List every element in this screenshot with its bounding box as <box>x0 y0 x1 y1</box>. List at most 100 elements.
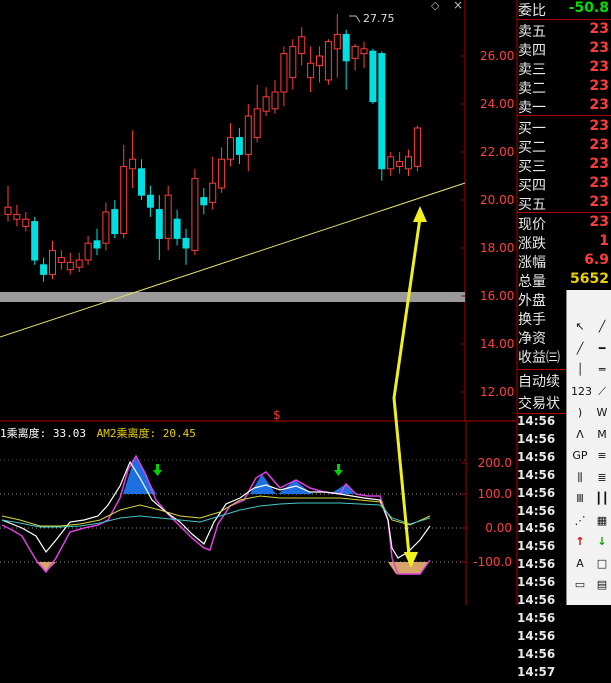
horizontal-line-icon[interactable]: ━ <box>593 340 611 358</box>
tick-time: 14:56 <box>517 503 556 518</box>
auto-label[interactable]: 自动续 <box>518 371 560 391</box>
bid-value: 23 <box>589 194 609 210</box>
channel-icon[interactable]: ≣ <box>593 469 611 487</box>
tick-time: 14:56 <box>517 449 556 464</box>
candle-body <box>316 55 323 67</box>
candle-body <box>413 127 421 167</box>
candle-body <box>120 165 128 235</box>
cursor-icon[interactable]: ↖ <box>571 318 589 336</box>
committee-label: 委比 <box>518 3 546 19</box>
wave-icon[interactable]: W <box>593 404 611 422</box>
max-price-label: 27.75 <box>363 12 395 25</box>
stat-value: 23 <box>589 214 609 230</box>
line-icon[interactable]: ╱ <box>593 318 611 336</box>
m-pattern-icon[interactable]: M <box>593 426 611 444</box>
candle-body <box>360 48 368 55</box>
trade-label[interactable]: 交易状 <box>518 393 560 413</box>
candle <box>387 152 395 176</box>
tick-time: 14:56 <box>517 610 556 625</box>
bar-icon[interactable]: ┃┃ <box>593 490 611 508</box>
candle <box>351 44 359 71</box>
ask-value: 23 <box>589 21 609 37</box>
ask-row: 卖一 23 <box>517 97 611 116</box>
box-icon[interactable]: □ <box>593 555 611 573</box>
price-tick-label: 24.00 <box>480 97 514 111</box>
ruler-icon[interactable]: ▭ <box>571 576 589 594</box>
candle-body <box>49 249 56 275</box>
tick-time: 14:56 <box>517 431 556 446</box>
vertical-line-icon[interactable]: │ <box>571 361 589 379</box>
arc-icon[interactable]: ) <box>571 404 589 422</box>
bid-row: 买四 23 <box>517 175 611 194</box>
candle <box>155 195 163 260</box>
text-icon[interactable]: A <box>571 555 589 573</box>
candle-body <box>57 257 65 263</box>
candle <box>102 202 110 251</box>
candle-body <box>182 237 190 249</box>
candle <box>146 185 154 217</box>
ask-label: 卖一 <box>518 100 546 116</box>
candle-body <box>4 206 12 215</box>
candle <box>405 149 412 176</box>
bid-value: 23 <box>589 156 609 172</box>
candle <box>253 84 261 143</box>
candle-body <box>173 218 181 239</box>
stat-row: 总量 5652 <box>517 271 611 290</box>
candle <box>244 104 252 172</box>
candle <box>22 212 30 232</box>
fibonacci-icon[interactable]: ≡ <box>593 447 611 465</box>
ask-row: 卖四 23 <box>517 40 611 59</box>
stat-label: 总量 <box>518 274 546 290</box>
marker-dollar: $ <box>273 408 281 422</box>
up-arrow-icon[interactable]: ↑ <box>571 533 589 551</box>
candle <box>75 252 83 272</box>
parallel-lines-icon[interactable]: ═ <box>593 361 611 379</box>
stat-label: 涨幅 <box>518 255 546 271</box>
stat-label: 涨跌 <box>518 236 546 252</box>
candle <box>209 156 217 210</box>
candle-body <box>191 177 199 251</box>
scroll-icon[interactable]: ▤ <box>593 576 611 594</box>
ask-label: 卖四 <box>518 43 546 59</box>
time-zone-icon[interactable]: ⫼ <box>571 469 589 487</box>
candle <box>200 188 208 215</box>
fan-icon[interactable]: ⋰ <box>571 512 589 530</box>
stat-row: 涨幅 6.9 <box>517 252 611 271</box>
candle-body <box>146 194 154 208</box>
pattern-icon[interactable]: ᐱ <box>571 426 589 444</box>
grid-icon[interactable]: ▦ <box>593 512 611 530</box>
candle <box>182 228 190 265</box>
tick-time: 14:56 <box>517 628 556 643</box>
candle <box>280 46 288 107</box>
candle <box>271 80 279 114</box>
bid-value: 23 <box>589 137 609 153</box>
candle <box>173 209 181 246</box>
indicator-panel <box>0 454 465 575</box>
segment-icon[interactable]: ⟋ <box>593 383 611 401</box>
candle <box>307 46 315 92</box>
gann-icon[interactable]: Ⅲ <box>571 490 589 508</box>
sell-signal-arrow <box>153 464 162 476</box>
text-123-icon[interactable]: 123 <box>571 383 592 401</box>
committee-ratio-row: 委比 -50.8 <box>517 0 611 19</box>
ray-icon[interactable]: ╱ <box>571 340 589 358</box>
ask-value: 23 <box>589 78 609 94</box>
sell-signal-arrow <box>334 464 343 476</box>
tick-time: 14:56 <box>517 575 556 590</box>
candle <box>93 228 101 256</box>
down-arrow-icon[interactable]: ↓ <box>593 533 611 551</box>
candle-body <box>342 33 350 62</box>
bid-row: 买三 23 <box>517 156 611 175</box>
tick-row: 14:56 <box>517 611 611 629</box>
candle-body <box>298 36 306 55</box>
candle-body <box>31 221 39 261</box>
candle-body <box>289 45 297 79</box>
candle-body <box>138 168 145 196</box>
gp-icon[interactable]: GP <box>571 447 589 465</box>
candle-body <box>102 211 110 244</box>
candle-body <box>93 240 101 249</box>
candle-body <box>387 156 395 170</box>
candle <box>4 185 12 222</box>
candle-body <box>164 194 172 239</box>
ask-label: 卖三 <box>518 62 546 78</box>
